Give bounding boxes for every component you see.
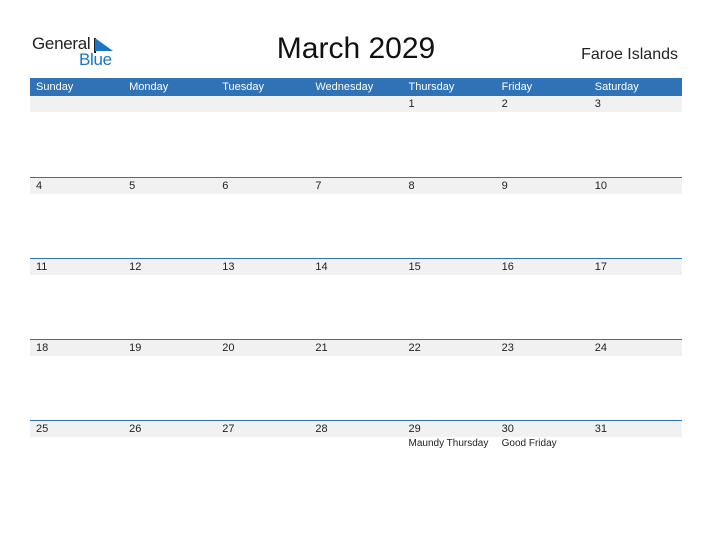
day-cell: 3 [589, 96, 682, 112]
day-cell [30, 96, 123, 112]
day-cell: 9 [496, 178, 589, 194]
day-number: 26 [129, 423, 142, 435]
day-cell: 18 [30, 340, 123, 356]
day-cell: 13 [216, 259, 309, 275]
holiday-label: Maundy Thursday [408, 438, 489, 449]
day-cell [309, 96, 402, 112]
day-cell: 25 [30, 421, 123, 437]
day-cell: 7 [309, 178, 402, 194]
day-cell: 21 [309, 340, 402, 356]
day-cell: 23 [496, 340, 589, 356]
calendar-grid: Sunday Monday Tuesday Wednesday Thursday… [30, 78, 682, 501]
day-cell: 11 [30, 259, 123, 275]
day-number: 22 [408, 342, 421, 354]
day-number: 10 [594, 180, 607, 192]
day-number: 3 [594, 98, 601, 110]
day-cell: 26 [123, 421, 216, 437]
day-cell: 8 [403, 178, 496, 194]
day-cell: 5 [123, 178, 216, 194]
day-number: 11 [36, 261, 48, 273]
day-cell [123, 96, 216, 112]
day-number: 14 [315, 261, 328, 273]
holiday-label: Good Friday [501, 438, 557, 449]
day-number: 16 [501, 261, 514, 273]
weekday-monday: Monday [129, 81, 169, 93]
weekday-sunday: Sunday [36, 81, 74, 93]
day-number: 25 [36, 423, 49, 435]
day-number: 24 [594, 342, 607, 354]
day-cell: 6 [216, 178, 309, 194]
date-strip: 25 26 27 28 29 Maundy Thursday 30 Good Friday 31 [30, 421, 682, 449]
day-number: 30 [501, 423, 514, 435]
weekday-tuesday: Tuesday [222, 81, 265, 93]
day-cell: 10 [589, 178, 682, 194]
day-number: 29 [408, 423, 421, 435]
day-number: 5 [129, 180, 136, 192]
day-cell: 12 [123, 259, 216, 275]
day-number: 4 [36, 180, 43, 192]
day-number: 6 [222, 180, 229, 192]
day-cell: 2 [496, 96, 589, 112]
day-cell: 28 [309, 421, 402, 437]
week-row: 25 26 27 28 29 Maundy Thursday 30 Good Friday 31 [30, 420, 682, 501]
day-cell: 20 [216, 340, 309, 356]
day-number: 8 [408, 180, 415, 192]
day-cell: 4 [30, 178, 123, 194]
day-number: 17 [594, 261, 607, 273]
day-number: 18 [36, 342, 49, 354]
weekday-header: Sunday Monday Tuesday Wednesday Thursday… [30, 78, 682, 96]
day-number: 19 [129, 342, 142, 354]
day-number: 7 [315, 180, 322, 192]
week-row: 1 2 3 [30, 96, 682, 177]
day-number: 9 [501, 180, 508, 192]
week-row: 11 12 13 14 15 16 17 [30, 258, 682, 339]
weekday-wednesday: Wednesday [315, 81, 374, 93]
day-cell: 14 [309, 259, 402, 275]
weekday-friday: Friday [501, 81, 533, 93]
country-label: Faroe Islands [581, 46, 678, 63]
day-number: 20 [222, 342, 235, 354]
day-number: 23 [501, 342, 514, 354]
day-cell: 29 Maundy Thursday [403, 421, 496, 449]
day-number: 27 [222, 423, 235, 435]
day-cell: 17 [589, 259, 682, 275]
weekday-thursday: Thursday [408, 81, 455, 93]
day-number: 15 [408, 261, 421, 273]
day-cell: 31 [589, 421, 682, 437]
day-cell: 19 [123, 340, 216, 356]
weekday-saturday: Saturday [594, 81, 639, 93]
day-cell: 16 [496, 259, 589, 275]
week-row: 18 19 20 21 22 23 24 [30, 339, 682, 420]
day-number: 2 [501, 98, 508, 110]
day-number: 12 [129, 261, 142, 273]
weeks-container: 1 2 3 4 5 6 7 8 9 10 11 12 13 14 15 16 17 18 19 20 21 22 23 24 2… [30, 96, 682, 501]
day-cell: 22 [403, 340, 496, 356]
day-number: 28 [315, 423, 328, 435]
date-strip: 4 5 6 7 8 9 10 [30, 178, 682, 194]
day-cell: 1 [403, 96, 496, 112]
day-cell: 15 [403, 259, 496, 275]
date-strip: 1 2 3 [30, 96, 682, 112]
day-number: 13 [222, 261, 235, 273]
day-cell: 30 Good Friday [496, 421, 589, 449]
day-cell: 27 [216, 421, 309, 437]
date-strip: 18 19 20 21 22 23 24 [30, 340, 682, 356]
week-row: 4 5 6 7 8 9 10 [30, 177, 682, 258]
day-number: 31 [594, 423, 607, 435]
day-number: 21 [315, 342, 328, 354]
date-strip: 11 12 13 14 15 16 17 [30, 259, 682, 275]
day-number: 1 [408, 98, 415, 110]
day-cell: 24 [589, 340, 682, 356]
day-cell [216, 96, 309, 112]
